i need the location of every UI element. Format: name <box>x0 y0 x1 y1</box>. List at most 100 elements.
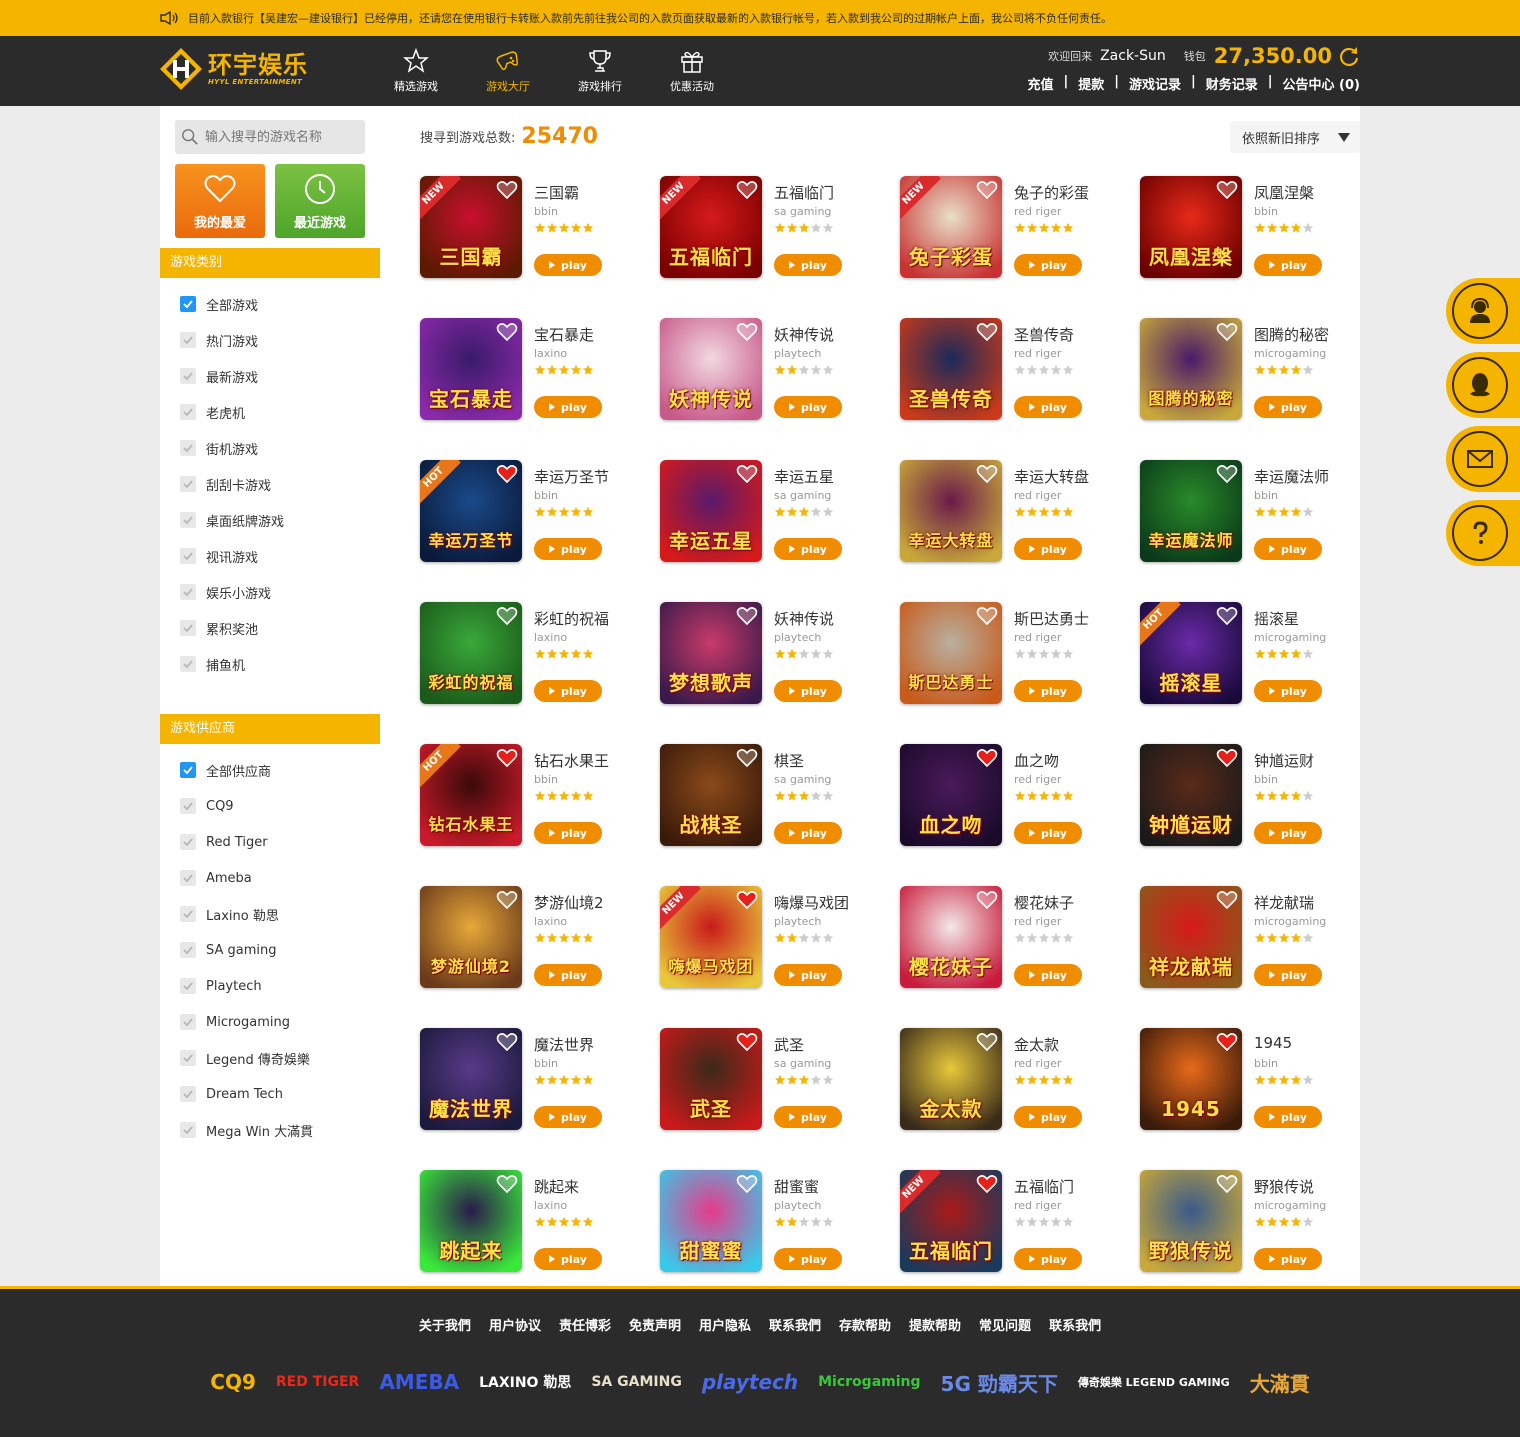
favorites-button[interactable]: 我的最爱 <box>175 164 265 238</box>
provider-item[interactable]: 全部供应商 <box>160 752 380 788</box>
favorite-heart-icon[interactable] <box>496 322 518 342</box>
play-button[interactable]: play <box>774 1248 842 1270</box>
provider-item[interactable]: Laxino 勒思 <box>160 896 380 932</box>
nav-game-lobby[interactable]: 游戏大厅 <box>462 36 554 106</box>
favorite-heart-icon[interactable] <box>736 890 758 910</box>
checkbox-icon[interactable] <box>180 1014 196 1030</box>
message-button[interactable] <box>1446 426 1520 492</box>
game-card[interactable]: 嗨爆马戏团 NEW 嗨爆马戏团 playtech play <box>660 886 900 996</box>
favorite-heart-icon[interactable] <box>1216 180 1238 200</box>
favorite-heart-icon[interactable] <box>736 1174 758 1194</box>
game-thumbnail[interactable]: 兔子彩蛋 NEW <box>900 176 1002 278</box>
game-thumbnail[interactable]: 圣兽传奇 <box>900 318 1002 420</box>
checkbox-icon[interactable] <box>180 834 196 850</box>
footer-link[interactable]: 联系我們 <box>1049 1315 1101 1334</box>
favorite-heart-icon[interactable] <box>1216 606 1238 626</box>
customer-service-button[interactable] <box>1446 278 1520 344</box>
game-thumbnail[interactable]: 彩虹的祝福 <box>420 602 522 704</box>
footer-link[interactable]: 关于我們 <box>419 1315 471 1334</box>
favorite-heart-icon[interactable] <box>496 180 518 200</box>
game-thumbnail[interactable]: 野狼传说 <box>1140 1170 1242 1272</box>
game-thumbnail[interactable]: 摇滚星 HOT <box>1140 602 1242 704</box>
game-thumbnail[interactable]: 宝石暴走 <box>420 318 522 420</box>
checkbox-icon[interactable] <box>180 762 196 778</box>
favorite-heart-icon[interactable] <box>496 748 518 768</box>
game-card[interactable]: 妖神传说 妖神传说 playtech play <box>660 318 900 428</box>
favorite-heart-icon[interactable] <box>496 1174 518 1194</box>
play-button[interactable]: play <box>534 1248 602 1270</box>
game-thumbnail[interactable]: 斯巴达勇士 <box>900 602 1002 704</box>
favorite-heart-icon[interactable] <box>976 748 998 768</box>
game-thumbnail[interactable]: 五福临门 NEW <box>660 176 762 278</box>
game-thumbnail[interactable]: 1945 <box>1140 1028 1242 1130</box>
game-card[interactable]: 钟馗运财 钟馗运财 bbin play <box>1140 744 1380 854</box>
play-button[interactable]: play <box>1254 680 1322 702</box>
provider-item[interactable]: CQ9 <box>160 788 380 824</box>
play-button[interactable]: play <box>534 822 602 844</box>
favorite-heart-icon[interactable] <box>736 464 758 484</box>
play-button[interactable]: play <box>774 396 842 418</box>
game-thumbnail[interactable]: 血之吻 <box>900 744 1002 846</box>
announcement-center-link[interactable]: 公告中心 (0) <box>1283 74 1360 93</box>
provider-item[interactable]: SA gaming <box>160 932 380 968</box>
game-thumbnail[interactable]: 凤凰涅槃 <box>1140 176 1242 278</box>
play-button[interactable]: play <box>1254 396 1322 418</box>
play-button[interactable]: play <box>774 964 842 986</box>
play-button[interactable]: play <box>774 680 842 702</box>
game-card[interactable]: 斯巴达勇士 斯巴达勇士 red riger play <box>900 602 1140 712</box>
game-card[interactable]: 幸运五星 幸运五星 sa gaming play <box>660 460 900 570</box>
category-item[interactable]: 最新游戏 <box>160 358 380 394</box>
game-thumbnail[interactable]: 战棋圣 <box>660 744 762 846</box>
checkbox-icon[interactable] <box>180 332 196 348</box>
favorite-heart-icon[interactable] <box>496 464 518 484</box>
category-item[interactable]: 捕鱼机 <box>160 646 380 682</box>
category-item[interactable]: 娱乐小游戏 <box>160 574 380 610</box>
checkbox-icon[interactable] <box>180 1122 196 1138</box>
checkbox-icon[interactable] <box>180 620 196 636</box>
play-button[interactable]: play <box>1254 1248 1322 1270</box>
play-button[interactable]: play <box>534 254 602 276</box>
provider-item[interactable]: Playtech <box>160 968 380 1004</box>
refresh-icon[interactable] <box>1338 45 1360 67</box>
play-button[interactable]: play <box>1254 822 1322 844</box>
play-button[interactable]: play <box>1014 1248 1082 1270</box>
play-button[interactable]: play <box>1014 538 1082 560</box>
favorite-heart-icon[interactable] <box>976 1174 998 1194</box>
footer-link[interactable]: 责任博彩 <box>559 1315 611 1334</box>
footer-link[interactable]: 提款帮助 <box>909 1315 961 1334</box>
game-thumbnail[interactable]: 樱花妹子 <box>900 886 1002 988</box>
favorite-heart-icon[interactable] <box>1216 890 1238 910</box>
checkbox-icon[interactable] <box>180 906 196 922</box>
favorite-heart-icon[interactable] <box>976 1032 998 1052</box>
checkbox-icon[interactable] <box>180 440 196 456</box>
play-button[interactable]: play <box>774 1106 842 1128</box>
search-input[interactable] <box>205 129 365 145</box>
game-thumbnail[interactable]: 妖神传说 <box>660 318 762 420</box>
favorite-heart-icon[interactable] <box>976 180 998 200</box>
game-card[interactable]: 幸运万圣节 HOT 幸运万圣节 bbin play <box>420 460 660 570</box>
play-button[interactable]: play <box>1254 964 1322 986</box>
category-item[interactable]: 老虎机 <box>160 394 380 430</box>
game-card[interactable]: 凤凰涅槃 凤凰涅槃 bbin play <box>1140 176 1380 286</box>
provider-item[interactable]: Ameba <box>160 860 380 896</box>
play-button[interactable]: play <box>1254 254 1322 276</box>
checkbox-icon[interactable] <box>180 548 196 564</box>
game-card[interactable]: 祥龙献瑞 祥龙献瑞 microgaming play <box>1140 886 1380 996</box>
checkbox-icon[interactable] <box>180 368 196 384</box>
footer-link[interactable]: 常见问题 <box>979 1315 1031 1334</box>
favorite-heart-icon[interactable] <box>736 180 758 200</box>
nav-promotions[interactable]: 优惠活动 <box>646 36 738 106</box>
help-button[interactable] <box>1446 500 1520 566</box>
checkbox-icon[interactable] <box>180 1086 196 1102</box>
play-button[interactable]: play <box>774 538 842 560</box>
game-card[interactable]: 图腾的秘密 图腾的秘密 microgaming play <box>1140 318 1380 428</box>
game-card[interactable]: 1945 1945 bbin play <box>1140 1028 1380 1138</box>
category-item[interactable]: 累积奖池 <box>160 610 380 646</box>
game-card[interactable]: 金太款 金太款 red riger play <box>900 1028 1140 1138</box>
checkbox-icon[interactable] <box>180 512 196 528</box>
game-thumbnail[interactable]: 三国霸 NEW <box>420 176 522 278</box>
category-item[interactable]: 视讯游戏 <box>160 538 380 574</box>
favorite-heart-icon[interactable] <box>496 890 518 910</box>
game-card[interactable]: 兔子彩蛋 NEW 兔子的彩蛋 red riger play <box>900 176 1140 286</box>
favorite-heart-icon[interactable] <box>976 322 998 342</box>
